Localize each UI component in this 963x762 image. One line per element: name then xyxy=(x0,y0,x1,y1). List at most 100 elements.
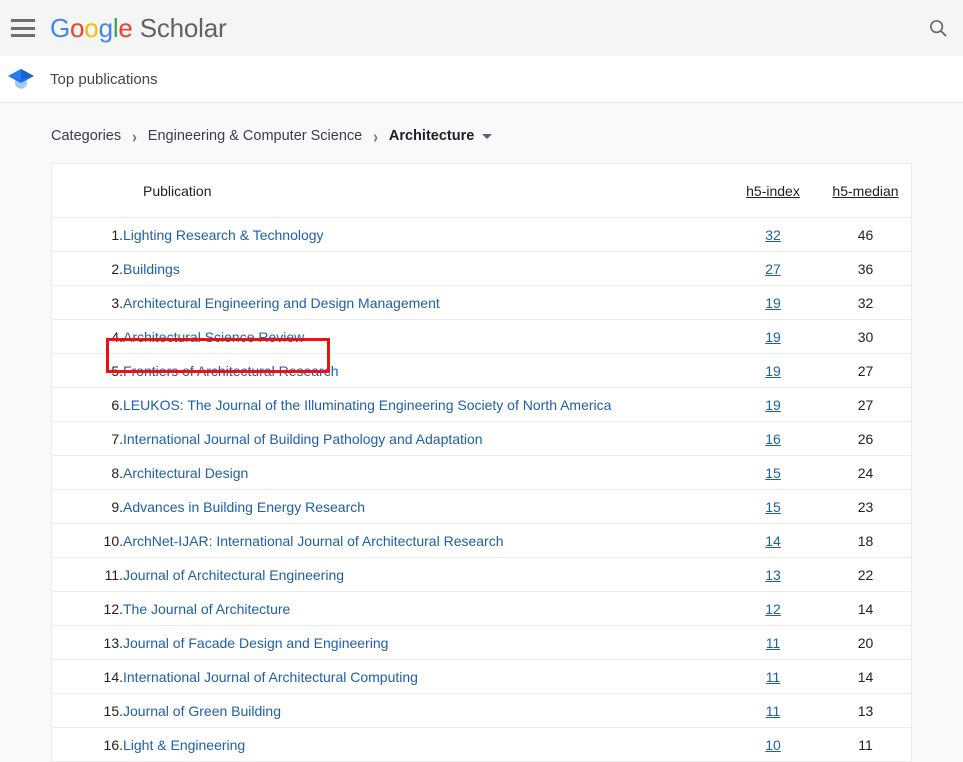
row-h5-index: 19 xyxy=(726,353,820,388)
publication-link[interactable]: Frontiers of Architectural Research xyxy=(123,363,339,379)
row-rank: 13. xyxy=(52,625,123,660)
h5-index-link[interactable]: 14 xyxy=(765,533,781,549)
table-row: 5. Frontiers of Architectural Research 19 2… xyxy=(52,353,911,388)
hamburger-menu-icon[interactable] xyxy=(11,19,35,37)
row-h5-median: 22 xyxy=(820,557,911,592)
h5-index-link[interactable]: 15 xyxy=(765,499,781,515)
row-h5-median: 27 xyxy=(820,353,911,388)
column-header-h5-index[interactable]: h5-index xyxy=(726,164,820,218)
publication-link[interactable]: International Journal of Building Pathol… xyxy=(123,431,483,447)
row-rank: 6. xyxy=(52,387,123,422)
h5-index-link[interactable]: 27 xyxy=(765,261,781,277)
page-root: Google Scholar Top publications Categori… xyxy=(0,0,963,762)
row-rank: 12. xyxy=(52,591,123,626)
row-h5-median: 46 xyxy=(820,217,911,252)
publication-link[interactable]: Journal of Facade Design and Engineering xyxy=(123,635,388,651)
row-rank: 7. xyxy=(52,421,123,456)
table-row: 9. Advances in Building Energy Research 15… xyxy=(52,489,911,524)
publication-link[interactable]: International Journal of Architectural C… xyxy=(123,669,418,685)
row-h5-index: 11 xyxy=(726,693,820,728)
publication-link[interactable]: Lighting Research & Technology xyxy=(123,227,324,243)
h5-index-link[interactable]: 19 xyxy=(765,295,781,311)
row-h5-index: 13 xyxy=(726,557,820,592)
column-header-h5-median[interactable]: h5-median xyxy=(820,164,911,218)
publication-link[interactable]: The Journal of Architecture xyxy=(123,601,290,617)
publication-link[interactable]: ArchNet-IJAR: International Journal of A… xyxy=(123,533,504,549)
row-rank: 10. xyxy=(52,523,123,558)
row-publication: International Journal of Building Pathol… xyxy=(123,421,726,456)
h5-index-link[interactable]: 19 xyxy=(765,329,781,345)
row-publication: Journal of Facade Design and Engineering xyxy=(123,625,726,660)
h5-index-link[interactable]: 11 xyxy=(766,669,781,685)
publications-table-container: Publication h5-index h5-median 1. Lightin… xyxy=(51,163,912,762)
table-row: 13. Journal of Facade Design and Engineer… xyxy=(52,625,911,660)
publication-link[interactable]: Light & Engineering xyxy=(123,737,245,753)
logo-letter-o1: o xyxy=(70,13,85,43)
table-body: 1. Lighting Research & Technology 32 46 2. Bu… xyxy=(52,217,911,762)
column-header-rank xyxy=(52,164,123,218)
row-publication: International Journal of Architectural C… xyxy=(123,659,726,694)
publication-link[interactable]: Architectural Science Review xyxy=(123,329,304,345)
row-h5-index: 27 xyxy=(726,251,820,286)
h5-index-link[interactable]: 19 xyxy=(765,363,781,379)
h5-index-link[interactable]: 19 xyxy=(765,397,781,413)
row-rank: 5. xyxy=(52,353,123,388)
search-icon[interactable] xyxy=(927,17,949,39)
publication-link[interactable]: LEUKOS: The Journal of the Illuminating … xyxy=(123,397,611,413)
table-row: 14. International Journal of Architectura… xyxy=(52,659,911,694)
h5-index-link[interactable]: 15 xyxy=(765,465,781,481)
google-scholar-logo[interactable]: Google Scholar xyxy=(50,13,227,43)
row-h5-index: 19 xyxy=(726,319,820,354)
row-rank: 11. xyxy=(52,557,123,592)
h5-index-link[interactable]: 10 xyxy=(765,737,781,753)
row-h5-index: 15 xyxy=(726,455,820,490)
publications-table: Publication h5-index h5-median 1. Lightin… xyxy=(52,164,911,762)
publication-link[interactable]: Journal of Green Building xyxy=(123,703,281,719)
row-h5-median: 32 xyxy=(820,285,911,320)
table-header: Publication h5-index h5-median xyxy=(52,164,911,218)
row-h5-median: 23 xyxy=(820,489,911,524)
row-publication: Buildings xyxy=(123,251,726,286)
breadcrumb-item-categories[interactable]: Categories xyxy=(51,128,121,144)
h5-index-link[interactable]: 13 xyxy=(765,567,781,583)
h5-index-link[interactable]: 11 xyxy=(766,635,781,651)
breadcrumb: Categories › Engineering & Computer Scie… xyxy=(0,103,963,150)
row-h5-index: 10 xyxy=(726,727,820,762)
publication-link[interactable]: Architectural Engineering and Design Man… xyxy=(123,295,440,311)
breadcrumb-item-engineering-computer-science[interactable]: Engineering & Computer Science xyxy=(148,128,362,144)
row-rank: 15. xyxy=(52,693,123,728)
h5-median-sort-link[interactable]: h5-median xyxy=(832,183,898,199)
breadcrumb-item-architecture[interactable]: Architecture xyxy=(389,128,474,144)
publication-link[interactable]: Advances in Building Energy Research xyxy=(123,499,365,515)
table-row: 12. The Journal of Architecture 12 14 xyxy=(52,591,911,626)
row-publication: Architectural Design xyxy=(123,455,726,490)
publication-link[interactable]: Buildings xyxy=(123,261,180,277)
h5-index-link[interactable]: 12 xyxy=(765,601,781,617)
publication-link[interactable]: Architectural Design xyxy=(123,465,248,481)
h5-index-link[interactable]: 32 xyxy=(765,227,781,243)
page-title: Top publications xyxy=(50,70,158,88)
h5-index-link[interactable]: 11 xyxy=(766,703,781,719)
chevron-down-icon[interactable] xyxy=(482,133,493,139)
row-publication: Architectural Science Review xyxy=(123,319,726,354)
row-publication: Light & Engineering xyxy=(123,727,726,762)
top-publications-header: Top publications xyxy=(0,56,963,103)
row-publication: The Journal of Architecture xyxy=(123,591,726,626)
table-row: 2. Buildings 27 36 xyxy=(52,251,911,286)
table-row: 3. Architectural Engineering and Design M… xyxy=(52,285,911,320)
row-h5-median: 26 xyxy=(820,421,911,456)
h5-index-sort-link[interactable]: h5-index xyxy=(746,183,800,199)
row-h5-index: 19 xyxy=(726,387,820,422)
table-row: 16. Light & Engineering 10 11 xyxy=(52,727,911,762)
table-row: 8. Architectural Design 15 24 xyxy=(52,455,911,490)
column-header-publication: Publication xyxy=(123,164,726,218)
hamburger-bar xyxy=(11,26,35,30)
main-content: Categories › Engineering & Computer Scie… xyxy=(0,103,963,762)
row-h5-index: 32 xyxy=(726,217,820,252)
table-row: 11. Journal of Architectural Engineering 1… xyxy=(52,557,911,592)
logo-word-scholar xyxy=(133,13,140,43)
graduation-cap-icon xyxy=(7,67,35,91)
publication-link[interactable]: Journal of Architectural Engineering xyxy=(123,567,344,583)
h5-index-link[interactable]: 16 xyxy=(765,431,781,447)
row-h5-median: 18 xyxy=(820,523,911,558)
